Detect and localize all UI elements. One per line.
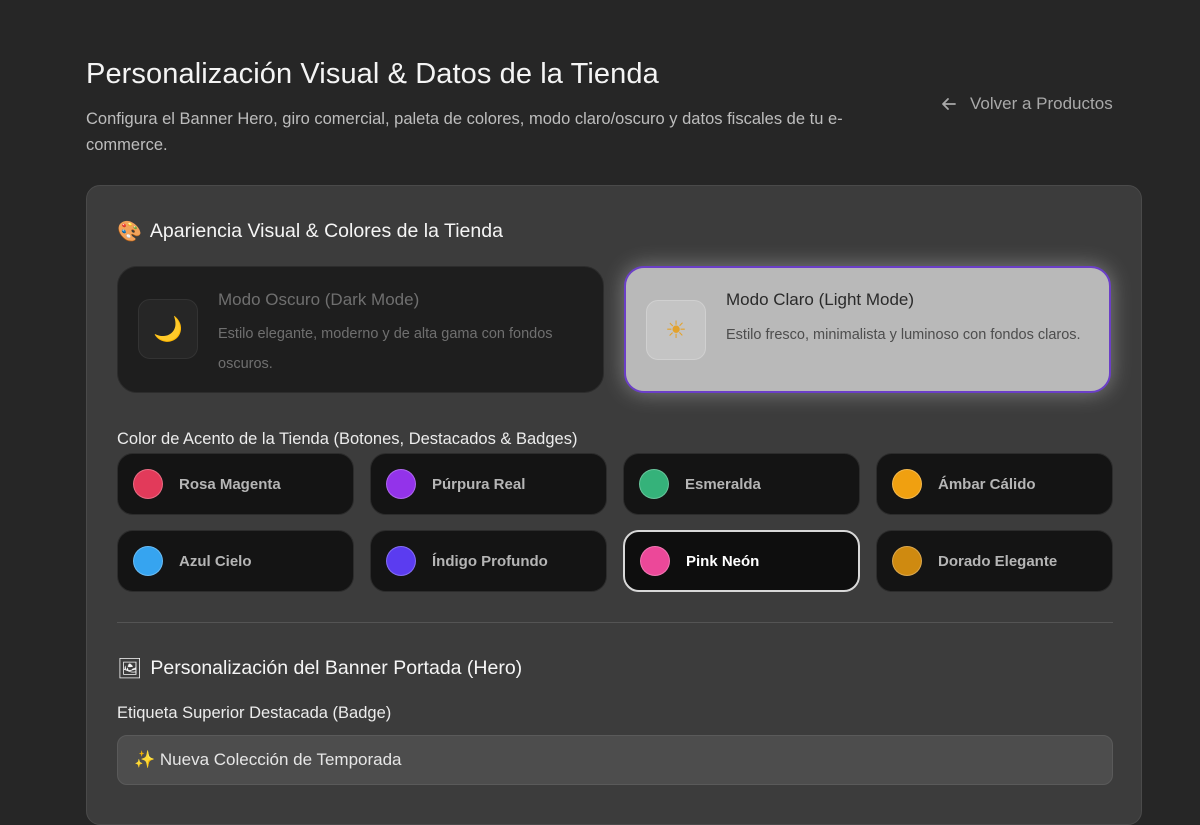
back-link-label: Volver a Productos: [970, 94, 1113, 113]
sun-icon: ☀: [646, 300, 706, 360]
badge-field-label: Etiqueta Superior Destacada (Badge): [117, 704, 392, 722]
light-mode-name: Modo Claro (Light Mode): [726, 290, 915, 309]
badge-text-input[interactable]: [117, 735, 1113, 785]
framed-picture-icon: 🖼: [117, 656, 143, 680]
color-dot: [133, 469, 163, 499]
color-dot: [133, 546, 163, 576]
appearance-title-text: Apariencia Visual & Colores de la Tienda: [149, 219, 503, 242]
moon-icon: 🌙: [138, 299, 198, 359]
appearance-section-title: 🎨 Apariencia Visual & Colores de la Tien…: [117, 219, 503, 243]
accent-swatch[interactable]: Azul Cielo: [117, 530, 354, 592]
color-dot: [639, 469, 669, 499]
accent-swatch-label: Esmeralda: [685, 475, 761, 493]
accent-swatch[interactable]: Pink Neón: [623, 530, 860, 592]
page-title: Personalización Visual & Datos de la Tie…: [86, 58, 659, 90]
accent-swatch-label: Rosa Magenta: [179, 475, 281, 493]
accent-color-label: Color de Acento de la Tienda (Botones, D…: [117, 430, 578, 448]
dark-mode-description: Estilo elegante, moderno y de alta gama …: [218, 326, 553, 372]
accent-swatch[interactable]: Púrpura Real: [370, 453, 607, 515]
color-dot: [892, 469, 922, 499]
light-mode-description: Estilo fresco, minimalista y luminoso co…: [726, 327, 1081, 343]
palette-icon: 🎨: [117, 219, 142, 243]
accent-swatch[interactable]: Ámbar Cálido: [876, 453, 1113, 515]
accent-swatch-label: Púrpura Real: [432, 475, 526, 493]
accent-swatch[interactable]: Rosa Magenta: [117, 453, 354, 515]
banner-title-text: Personalización del Banner Portada (Hero…: [150, 656, 523, 679]
accent-swatch[interactable]: Índigo Profundo: [370, 530, 607, 592]
settings-panel: 🎨 Apariencia Visual & Colores de la Tien…: [86, 185, 1142, 825]
dark-mode-name: Modo Oscuro (Dark Mode): [218, 290, 420, 309]
color-dot: [386, 546, 416, 576]
banner-section-title: 🖼 Personalización del Banner Portada (He…: [117, 656, 522, 680]
accent-swatch-label: Índigo Profundo: [432, 552, 548, 570]
color-dot: [386, 469, 416, 499]
page-subtitle: Configura el Banner Hero, giro comercial…: [86, 110, 843, 154]
accent-swatch-label: Dorado Elegante: [938, 552, 1058, 570]
color-dot: [640, 546, 670, 576]
back-to-products-link[interactable]: Volver a Productos: [940, 94, 1113, 114]
arrow-left-icon: [942, 98, 956, 110]
dark-mode-option[interactable]: 🌙 Modo Oscuro (Dark Mode) Estilo elegant…: [117, 266, 604, 393]
accent-swatch-label: Pink Neón: [686, 552, 760, 570]
accent-swatch[interactable]: Dorado Elegante: [876, 530, 1113, 592]
light-mode-option[interactable]: ☀ Modo Claro (Light Mode) Estilo fresco,…: [624, 266, 1111, 393]
accent-swatch[interactable]: Esmeralda: [623, 453, 860, 515]
accent-swatch-label: Ámbar Cálido: [938, 475, 1036, 493]
section-divider: [117, 622, 1113, 623]
accent-swatch-label: Azul Cielo: [179, 552, 252, 570]
color-dot: [892, 546, 922, 576]
